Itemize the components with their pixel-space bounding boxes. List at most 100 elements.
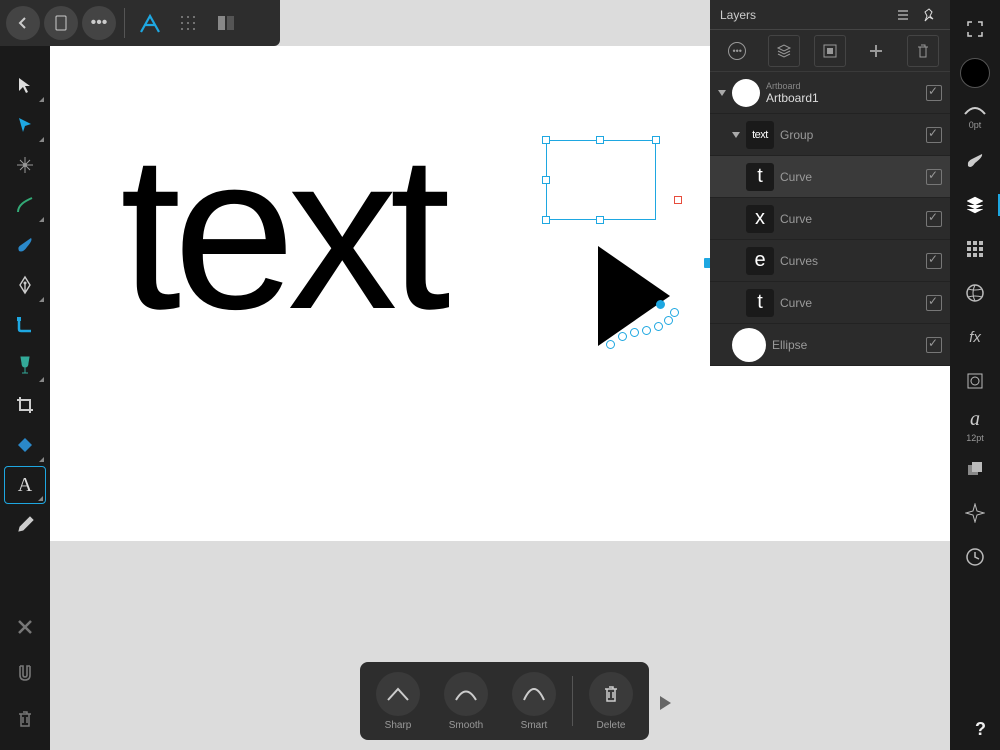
split-icon	[217, 14, 235, 32]
layers-mask-button[interactable]	[814, 35, 846, 67]
layer-name: Artboard1	[766, 91, 819, 105]
trash-icon	[16, 709, 34, 729]
corner-icon	[15, 315, 35, 335]
layers-studio-button[interactable]	[955, 186, 995, 224]
point-transform-tool[interactable]	[4, 146, 46, 184]
shape-tool[interactable]	[4, 426, 46, 464]
star-compass-icon	[965, 503, 985, 523]
document-setup-button[interactable]	[955, 450, 995, 488]
pen-tool[interactable]	[4, 266, 46, 304]
layer-row-ellipse[interactable]: Ellipse	[710, 324, 950, 366]
grid-studio-button[interactable]	[955, 230, 995, 268]
layer-row-curve-t2[interactable]: t Curve	[710, 282, 950, 324]
layer-thumb-group: text	[746, 121, 774, 149]
point-transform-icon	[15, 155, 35, 175]
node-smooth-button[interactable]: Smooth	[436, 672, 496, 731]
grid-9-icon	[966, 240, 984, 258]
text-studio-button[interactable]: a 12pt	[955, 406, 995, 444]
node-pointer-icon	[16, 116, 34, 134]
diamond-shape-icon	[15, 435, 35, 455]
visibility-checkbox[interactable]	[926, 337, 942, 353]
divider	[124, 8, 125, 38]
layers-toolbar: •••	[710, 30, 950, 72]
canvas-triangle-shape	[598, 246, 670, 346]
back-button[interactable]	[6, 6, 40, 40]
more-button[interactable]: •••	[82, 6, 116, 40]
text-tool[interactable]: A	[4, 466, 46, 504]
grid-icon	[179, 14, 197, 32]
layers-add-button[interactable]	[860, 35, 892, 67]
deselect-button[interactable]	[4, 608, 46, 646]
split-view-button[interactable]	[209, 6, 243, 40]
layer-row-curve-t[interactable]: t Curve	[710, 156, 950, 198]
app-logo-icon[interactable]	[133, 6, 167, 40]
transform-studio-button[interactable]	[955, 494, 995, 532]
clock-icon	[965, 547, 985, 567]
stroke-width-button[interactable]: 0pt	[955, 98, 995, 136]
color-swatch-circle	[960, 58, 990, 88]
layer-row-group[interactable]: text Group	[710, 114, 950, 156]
snap-toggle[interactable]	[4, 654, 46, 692]
layer-thumb: t	[746, 289, 774, 317]
brush-panel-button[interactable]	[955, 142, 995, 180]
layers-panel-header: Layers	[710, 0, 950, 30]
layers-delete-button[interactable]	[907, 35, 939, 67]
move-tool[interactable]	[4, 66, 46, 104]
layer-thumb-artboard	[732, 79, 760, 107]
mask-icon	[822, 43, 838, 59]
sharp-node-icon	[385, 685, 411, 703]
layer-row-curve-x[interactable]: x Curve	[710, 198, 950, 240]
layers-stack-icon	[965, 195, 985, 215]
help-button[interactable]: ?	[975, 719, 986, 740]
styles-button[interactable]	[955, 362, 995, 400]
node-tool[interactable]	[4, 106, 46, 144]
visibility-checkbox[interactable]	[926, 169, 942, 185]
node-sharp-button[interactable]: Sharp	[368, 672, 428, 731]
layers-pin-icon[interactable]	[918, 4, 940, 26]
styles-icon	[966, 372, 984, 390]
fullscreen-button[interactable]	[955, 10, 995, 48]
visibility-checkbox[interactable]	[926, 253, 942, 269]
history-button[interactable]	[955, 538, 995, 576]
stack-icon	[776, 43, 792, 59]
disclosure-triangle-icon[interactable]	[732, 132, 740, 138]
visibility-checkbox[interactable]	[926, 211, 942, 227]
color-swatch-button[interactable]	[955, 54, 995, 92]
layer-name: Group	[780, 128, 920, 142]
crop-tool[interactable]	[4, 386, 46, 424]
fill-tool[interactable]	[4, 346, 46, 384]
layer-row-curves-e[interactable]: e Curves	[710, 240, 950, 282]
pointer-icon	[16, 76, 34, 94]
canvas-text-object[interactable]: text	[120, 106, 443, 359]
document-menu-button[interactable]	[44, 6, 78, 40]
layer-thumb-ellipse	[732, 328, 766, 362]
stroke-label: 0pt	[969, 120, 982, 130]
brush-tool[interactable]	[4, 226, 46, 264]
layers-stack-button[interactable]	[768, 35, 800, 67]
layer-name: Curve	[780, 212, 920, 226]
adjustments-button[interactable]	[955, 274, 995, 312]
layer-row-artboard[interactable]: Artboard Artboard1	[710, 72, 950, 114]
text-a-icon: A	[18, 474, 32, 497]
ellipsis-icon: •••	[91, 14, 108, 32]
visibility-checkbox[interactable]	[926, 295, 942, 311]
corner-tool[interactable]	[4, 306, 46, 344]
divider	[572, 676, 573, 726]
node-smart-button[interactable]: Smart	[504, 672, 564, 731]
context-expand-icon[interactable]	[660, 696, 671, 710]
eyedropper-tool[interactable]	[4, 506, 46, 544]
smooth-node-icon	[453, 685, 479, 703]
label: Smooth	[449, 720, 483, 731]
fx-button[interactable]: fx	[955, 318, 995, 356]
visibility-checkbox[interactable]	[926, 127, 942, 143]
grid-toggle-button[interactable]	[171, 6, 205, 40]
disclosure-triangle-icon[interactable]	[718, 90, 726, 96]
pencil-tool[interactable]	[4, 186, 46, 224]
layers-title: Layers	[720, 8, 888, 22]
visibility-checkbox[interactable]	[926, 85, 942, 101]
layers-list-mode-icon[interactable]	[892, 4, 914, 26]
node-delete-button[interactable]: Delete	[581, 672, 641, 731]
top-toolbar: •••	[0, 0, 280, 46]
trash-button[interactable]	[4, 700, 46, 738]
layers-opts-button[interactable]: •••	[721, 35, 753, 67]
